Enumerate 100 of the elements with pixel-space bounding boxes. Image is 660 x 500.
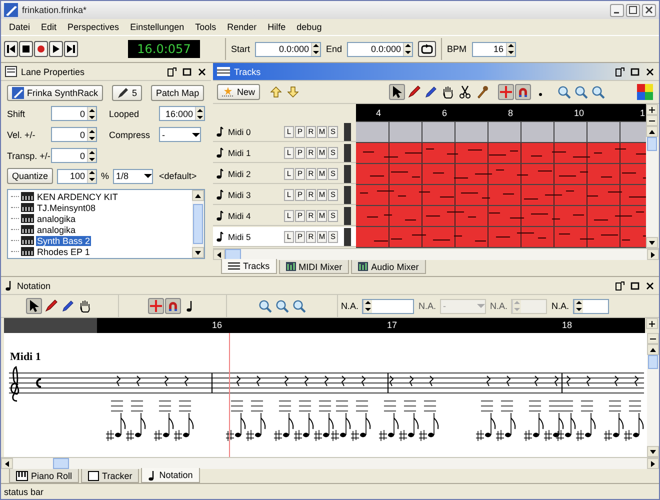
menu-item[interactable]: Tools bbox=[195, 22, 216, 32]
move-down-button[interactable] bbox=[285, 84, 302, 100]
synth-button[interactable]: Frinka SynthRack bbox=[7, 85, 104, 101]
close-button[interactable] bbox=[642, 4, 656, 16]
scroll-arrow-button[interactable] bbox=[647, 446, 659, 457]
undock-icon[interactable] bbox=[615, 66, 625, 76]
spinner-arrows-icon[interactable] bbox=[196, 106, 204, 120]
zoom-out-button[interactable] bbox=[647, 333, 659, 344]
zoom-fit-button[interactable] bbox=[257, 298, 273, 314]
menu-item[interactable]: Perspectives bbox=[68, 22, 120, 32]
number-field[interactable] bbox=[511, 298, 548, 314]
spinner-arrows-icon[interactable] bbox=[88, 106, 96, 120]
scroll-arrow-button[interactable] bbox=[1, 458, 13, 469]
looped-field[interactable]: 16:000 bbox=[159, 106, 205, 121]
play-button[interactable] bbox=[49, 41, 63, 57]
menu-item[interactable]: Edit bbox=[41, 22, 57, 32]
spinner-arrows-icon[interactable] bbox=[404, 42, 412, 56]
magnet-tool-button[interactable] bbox=[164, 298, 180, 314]
menu-item[interactable]: Render bbox=[227, 22, 257, 32]
spinner-arrows-icon[interactable] bbox=[575, 299, 583, 313]
horizontal-scrollbar[interactable] bbox=[213, 248, 659, 260]
patch-item[interactable]: analogika bbox=[36, 214, 77, 224]
maximize-icon[interactable] bbox=[630, 280, 640, 290]
tab[interactable]: Notation bbox=[141, 468, 200, 483]
scroll-thumb[interactable] bbox=[53, 458, 69, 469]
loop-button[interactable] bbox=[418, 41, 436, 57]
maximize-icon[interactable] bbox=[630, 66, 640, 76]
tab[interactable]: Piano Roll bbox=[9, 469, 80, 483]
menu-item[interactable]: debug bbox=[296, 22, 322, 32]
zoom-in-button[interactable] bbox=[646, 318, 658, 329]
number-field[interactable] bbox=[573, 298, 609, 314]
pointer-tool-button[interactable] bbox=[389, 84, 406, 100]
stop-button[interactable] bbox=[19, 41, 33, 57]
zoom-out-button[interactable] bbox=[646, 115, 658, 126]
bpm-field[interactable]: 16 bbox=[472, 42, 516, 56]
patch-item[interactable]: TJ.Meinsynt08 bbox=[36, 202, 97, 212]
scroll-arrow-button[interactable] bbox=[192, 190, 204, 201]
menu-item[interactable]: Datei bbox=[9, 22, 30, 32]
close-icon[interactable] bbox=[197, 66, 207, 76]
vertical-scrollbar[interactable] bbox=[192, 190, 204, 258]
tab[interactable]: Tracks bbox=[221, 259, 277, 274]
transpose-field[interactable]: 0 bbox=[51, 148, 97, 163]
quantize-button[interactable]: Quantize bbox=[7, 168, 54, 184]
channel-button[interactable]: 5 bbox=[112, 85, 142, 101]
scroll-arrow-button[interactable] bbox=[647, 458, 659, 469]
quantize-grid-dropdown[interactable]: 1/8 bbox=[113, 168, 154, 184]
cross-tool-button[interactable] bbox=[498, 84, 514, 100]
shift-field[interactable]: 0 bbox=[51, 106, 97, 121]
tab[interactable]: Audio Mixer bbox=[351, 260, 426, 274]
spinner-arrows-icon[interactable] bbox=[88, 128, 96, 142]
patch-item[interactable]: KEN ARDENCY KIT bbox=[36, 192, 119, 202]
patch-item[interactable]: Synth Bass 2 bbox=[36, 236, 92, 246]
move-up-button[interactable] bbox=[268, 84, 284, 100]
scroll-arrow-button[interactable] bbox=[646, 237, 658, 248]
spinner-arrows-icon[interactable] bbox=[88, 148, 96, 162]
zoom-in-button[interactable] bbox=[646, 104, 658, 115]
pointer-tool-button[interactable] bbox=[26, 298, 42, 314]
tab[interactable]: Tracker bbox=[81, 469, 140, 483]
undock-icon[interactable] bbox=[167, 66, 177, 76]
start-field[interactable]: 0.0:000 bbox=[255, 42, 322, 56]
scroll-thumb[interactable] bbox=[193, 204, 203, 244]
spinner-arrows-icon[interactable] bbox=[88, 169, 96, 183]
close-icon[interactable] bbox=[645, 280, 655, 290]
scroll-thumb[interactable] bbox=[648, 355, 658, 369]
velocity-field[interactable]: 0 bbox=[51, 127, 97, 142]
maximize-button[interactable] bbox=[626, 4, 640, 16]
scroll-arrow-button[interactable] bbox=[192, 247, 204, 258]
menu-item[interactable]: Einstellungen bbox=[130, 22, 184, 32]
number-field[interactable] bbox=[362, 298, 414, 314]
pencil-tool-button[interactable] bbox=[406, 84, 422, 100]
pencil-tool-button[interactable] bbox=[43, 298, 59, 314]
close-icon[interactable] bbox=[645, 66, 655, 76]
patch-item[interactable]: analogika bbox=[36, 224, 77, 234]
zoom-fit-button[interactable] bbox=[556, 84, 572, 100]
vertical-scrollbar[interactable] bbox=[647, 333, 659, 457]
scroll-arrow-button[interactable] bbox=[646, 126, 658, 137]
scissors-tool-button[interactable] bbox=[457, 84, 474, 100]
color-button[interactable] bbox=[635, 82, 655, 102]
tab[interactable]: MIDI Mixer bbox=[278, 260, 350, 274]
compress-dropdown[interactable]: - bbox=[159, 127, 201, 142]
end-field[interactable]: 0.0:000 bbox=[347, 42, 414, 56]
scroll-arrow-button[interactable] bbox=[213, 249, 225, 260]
spinner-arrows-icon[interactable] bbox=[506, 42, 515, 56]
spinner-arrows-icon[interactable] bbox=[364, 299, 372, 313]
record-button[interactable] bbox=[34, 41, 48, 57]
menu-item[interactable]: Hilfe bbox=[268, 22, 286, 32]
maximize-icon[interactable] bbox=[182, 66, 192, 76]
scroll-arrow-button[interactable] bbox=[647, 344, 659, 355]
new-track-button[interactable]: New bbox=[217, 84, 260, 100]
marker-tool-button[interactable] bbox=[60, 298, 76, 314]
scroll-thumb[interactable] bbox=[225, 249, 241, 260]
quantize-field[interactable]: 100 bbox=[57, 168, 98, 184]
patch-item[interactable]: Rhodes EP 1 bbox=[36, 246, 91, 256]
magnet-tool-button[interactable] bbox=[515, 84, 532, 100]
undock-icon[interactable] bbox=[615, 280, 625, 290]
minimize-button[interactable] bbox=[610, 4, 624, 16]
scroll-arrow-button[interactable] bbox=[647, 249, 659, 260]
skip-start-button[interactable] bbox=[4, 41, 18, 57]
patch-map-button[interactable]: Patch Map bbox=[151, 85, 204, 101]
horizontal-scrollbar[interactable] bbox=[1, 457, 659, 469]
